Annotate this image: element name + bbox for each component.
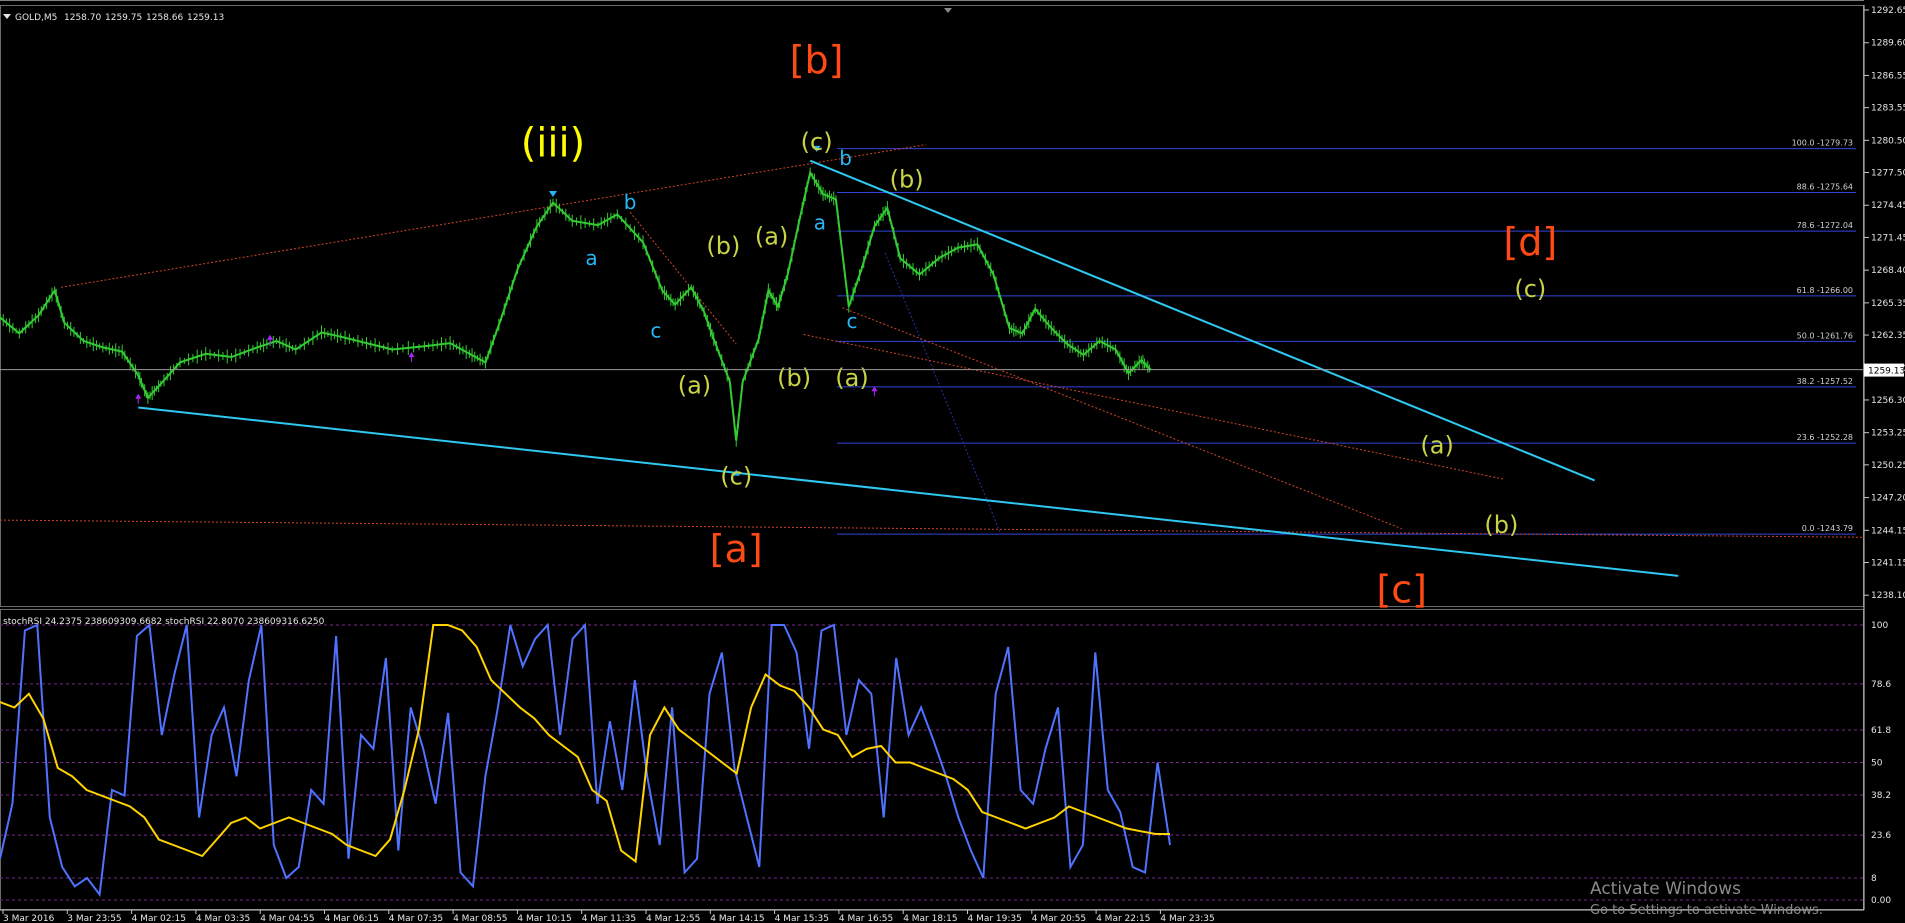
wave-label: [a] — [710, 527, 763, 571]
wave-label: [c] — [1376, 568, 1427, 612]
fib-level-label: 61.8 -1266.00 — [1797, 286, 1853, 295]
time-tick-label: 3 Mar 23:55 — [67, 914, 121, 923]
fib-level-label: 38.2 -1257.52 — [1797, 377, 1853, 386]
time-tick-label: 4 Mar 02:15 — [132, 914, 186, 923]
ohlc-open: 1258.70 — [64, 13, 101, 23]
chart-background — [0, 0, 1905, 923]
wave-label: (b) — [1484, 511, 1518, 539]
price-tick-label: 1253.25 — [1871, 429, 1905, 439]
wave-label: [b] — [790, 38, 844, 82]
fib-level-label: 88.6 -1275.64 — [1797, 182, 1853, 191]
oscillator-tick-label: 8 — [1871, 874, 1877, 884]
price-tick-label: 1265.35 — [1871, 299, 1905, 309]
time-tick-label: 4 Mar 19:35 — [968, 914, 1022, 923]
price-tick-label: 1262.35 — [1871, 331, 1905, 341]
time-tick-label: 4 Mar 22:15 — [1096, 914, 1150, 923]
oscillator-tick-label: 100 — [1871, 621, 1888, 631]
wave-label: (a) — [755, 222, 788, 250]
wave-label: (b) — [777, 364, 811, 392]
price-tick-label: 1244.15 — [1871, 526, 1905, 536]
price-tick-label: 1241.15 — [1871, 558, 1905, 568]
oscillator-tick-label: 0.00 — [1871, 896, 1891, 906]
price-tick-label: 1271.45 — [1871, 233, 1905, 243]
fib-level-label: 0.0 -1243.79 — [1802, 524, 1853, 533]
time-tick-label: 4 Mar 15:35 — [775, 914, 829, 923]
wave-label: c — [650, 319, 661, 343]
wave-label: (c) — [1514, 275, 1546, 303]
price-tick-label: 1238.10 — [1871, 591, 1905, 601]
fib-level-label: 50.0 -1261.76 — [1797, 331, 1853, 340]
time-tick-label: 4 Mar 14:15 — [710, 914, 764, 923]
time-tick-label: 4 Mar 18:15 — [903, 914, 957, 923]
price-tick-label: 1268.40 — [1871, 266, 1905, 276]
ohlc-close: 1259.13 — [187, 13, 224, 23]
wave-label: (a) — [1420, 432, 1453, 460]
time-tick-label: 4 Mar 08:55 — [453, 914, 507, 923]
ohlc-low: 1258.66 — [146, 13, 183, 23]
price-tick-label: 1256.30 — [1871, 396, 1905, 406]
oscillator-tick-label: 23.6 — [1871, 831, 1891, 841]
time-tick-label: 4 Mar 20:55 — [1032, 914, 1086, 923]
fib-level-label: 23.6 -1252.28 — [1797, 433, 1853, 442]
time-tick-label: 4 Mar 06:15 — [325, 914, 379, 923]
price-tick-label: 1277.50 — [1871, 169, 1905, 179]
wave-label: b — [624, 190, 637, 214]
fib-level-label: 78.6 -1272.04 — [1797, 221, 1853, 230]
time-tick-label: 4 Mar 12:55 — [646, 914, 700, 923]
price-tick-label: 1247.20 — [1871, 494, 1905, 504]
time-tick-label: 3 Mar 2016 — [3, 914, 55, 923]
wave-label: [d] — [1503, 220, 1557, 264]
time-tick-label: 4 Mar 16:55 — [839, 914, 893, 923]
wave-label: (iii) — [521, 120, 586, 166]
wave-label: a — [585, 246, 597, 270]
watermark-subtitle: Go to Settings to activate Windows. — [1590, 903, 1823, 918]
price-tick-label: 1292.65 — [1871, 6, 1905, 16]
time-tick-label: 4 Mar 10:15 — [517, 914, 571, 923]
wave-label: (c) — [720, 463, 752, 491]
time-tick-label: 4 Mar 11:35 — [582, 914, 636, 923]
wave-label: (a) — [835, 364, 868, 392]
symbol-label: GOLD,M5 — [15, 13, 57, 23]
price-tick-label: 1283.55 — [1871, 104, 1905, 114]
oscillator-tick-label: 61.8 — [1871, 726, 1891, 736]
oscillator-tick-label: 50 — [1871, 759, 1883, 769]
price-tick-label: 1274.45 — [1871, 201, 1905, 211]
price-tick-label: 1280.50 — [1871, 136, 1905, 146]
price-tick-label: 1289.60 — [1871, 39, 1905, 49]
wave-label: a — [814, 210, 826, 234]
time-tick-label: 4 Mar 07:35 — [389, 914, 443, 923]
wave-label: (b) — [706, 232, 740, 260]
price-tick-label: 1250.25 — [1871, 461, 1905, 471]
oscillator-tick-label: 38.2 — [1871, 791, 1891, 801]
oscillator-tick-label: 78.6 — [1871, 680, 1891, 690]
price-tick-label: 1286.55 — [1871, 71, 1905, 81]
time-tick-label: 4 Mar 03:35 — [196, 914, 250, 923]
ohlc-high: 1259.75 — [105, 13, 142, 23]
watermark-title: Activate Windows — [1590, 879, 1741, 899]
current-price-text: 1259.13 — [1868, 367, 1905, 377]
wave-label: b — [839, 146, 852, 170]
trading-chart[interactable]: GOLD,M5 1258.70 1259.75 1258.66 1259.13 … — [0, 0, 1905, 923]
fib-level-label: 100.0 -1279.73 — [1792, 139, 1853, 148]
wave-label: c — [846, 309, 857, 333]
time-tick-label: 4 Mar 23:35 — [1160, 914, 1214, 923]
wave-label: (a) — [678, 372, 711, 400]
time-tick-label: 4 Mar 04:55 — [260, 914, 314, 923]
wave-label: (b) — [890, 166, 924, 194]
wave-label: (c) — [801, 128, 833, 156]
